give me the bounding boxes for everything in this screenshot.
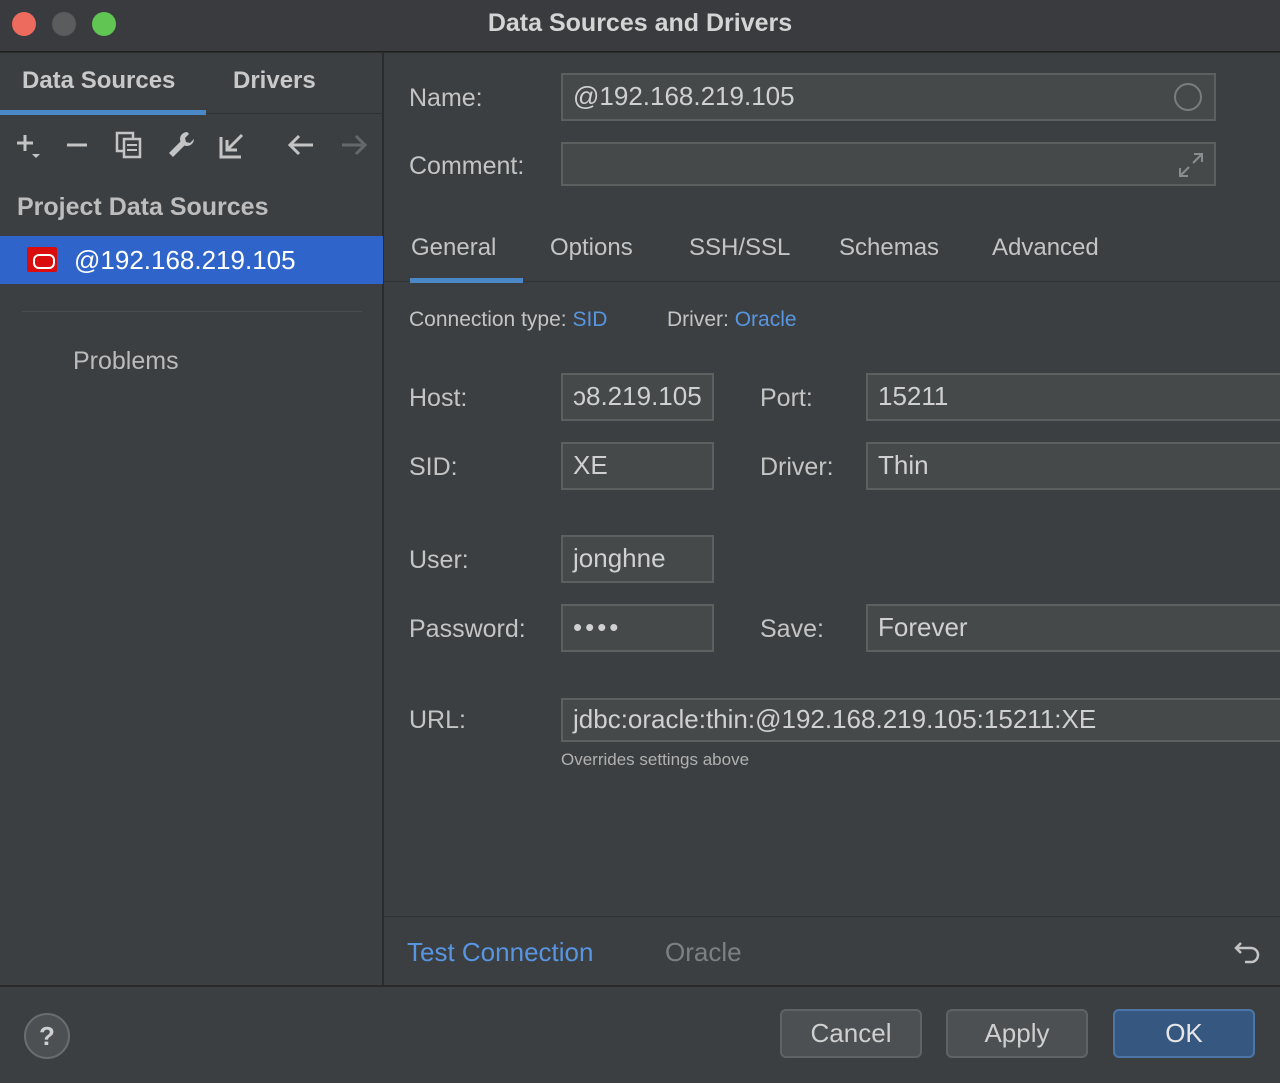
- tab-advanced[interactable]: Advanced: [992, 221, 1099, 282]
- cancel-button[interactable]: Cancel: [780, 1009, 922, 1058]
- left-panel: Data Sources Drivers Project Data Source…: [0, 53, 383, 985]
- test-connection-link[interactable]: Test Connection: [407, 937, 593, 968]
- save-label: Save:: [760, 615, 824, 643]
- user-label: User:: [409, 546, 469, 574]
- data-source-name: @192.168.219.105: [74, 245, 296, 275]
- oracle-icon: [27, 247, 57, 272]
- tab-ssh-ssl[interactable]: SSH/SSL: [689, 221, 790, 282]
- wrench-icon[interactable]: [165, 129, 197, 161]
- connection-type-label: Connection type:: [409, 308, 567, 331]
- name-field[interactable]: @192.168.219.105: [561, 73, 1216, 121]
- driver-footer-label: Oracle: [665, 937, 742, 967]
- password-field[interactable]: ••••: [561, 604, 714, 652]
- left-tabs: Data Sources Drivers: [0, 53, 383, 115]
- expand-icon[interactable]: [1176, 150, 1206, 180]
- section-title: Project Data Sources: [17, 193, 269, 221]
- url-label: URL:: [409, 706, 466, 734]
- comment-field[interactable]: [561, 142, 1216, 186]
- back-arrow-icon[interactable]: [285, 129, 317, 161]
- save-select[interactable]: Forever: [866, 604, 1280, 652]
- tab-data-sources[interactable]: Data Sources: [0, 53, 206, 115]
- settings-tabs: General Options SSH/SSL Schemas Advanced: [384, 221, 1280, 283]
- left-toolbar: [0, 115, 383, 175]
- connection-type-row: Connection type: SID: [409, 308, 607, 332]
- password-label: Password:: [409, 615, 526, 643]
- divider: [22, 311, 362, 312]
- remove-icon[interactable]: [61, 129, 93, 161]
- ok-button[interactable]: OK: [1113, 1009, 1255, 1058]
- connection-bar: Test Connection Oracle: [384, 916, 1280, 985]
- tab-drivers[interactable]: Drivers: [206, 53, 346, 114]
- sid-field[interactable]: XE: [561, 442, 714, 490]
- host-label: Host:: [409, 384, 468, 412]
- host-field[interactable]: ɔ8.219.105: [561, 373, 714, 421]
- connection-type-link[interactable]: SID: [572, 308, 607, 331]
- driver-info-label: Driver:: [667, 308, 729, 331]
- import-icon[interactable]: [216, 129, 248, 161]
- add-icon[interactable]: [12, 129, 44, 161]
- port-field[interactable]: 15211: [866, 373, 1280, 421]
- driver-info-row: Driver: Oracle: [667, 308, 797, 332]
- window-title: Data Sources and Drivers: [487, 9, 793, 37]
- driver-info-link[interactable]: Oracle: [735, 308, 797, 331]
- revert-icon[interactable]: [1232, 935, 1264, 967]
- duplicate-icon[interactable]: [113, 129, 145, 161]
- tab-options[interactable]: Options: [550, 221, 633, 282]
- name-label: Name:: [409, 84, 483, 112]
- forward-arrow-icon[interactable]: [338, 129, 370, 161]
- user-field[interactable]: jonghne: [561, 535, 714, 583]
- problems-item[interactable]: Problems: [73, 347, 179, 376]
- name-value: @192.168.219.105: [573, 81, 795, 111]
- help-button[interactable]: ?: [24, 1013, 70, 1059]
- right-panel: Name: @192.168.219.105 Comment: General …: [384, 53, 1280, 985]
- color-circle-icon[interactable]: [1174, 83, 1202, 111]
- port-label: Port:: [760, 384, 813, 412]
- title-bar: Data Sources and Drivers: [0, 0, 1280, 52]
- url-field[interactable]: jdbc:oracle:thin:@192.168.219.105:15211:…: [561, 698, 1280, 742]
- driver-label: Driver:: [760, 453, 834, 481]
- comment-label: Comment:: [409, 152, 525, 180]
- dialog-footer: ? Cancel Apply OK: [0, 986, 1280, 1083]
- tab-general[interactable]: General: [409, 221, 524, 283]
- tab-schemas[interactable]: Schemas: [839, 221, 939, 282]
- sid-label: SID:: [409, 453, 458, 481]
- driver-select[interactable]: Thin: [866, 442, 1280, 490]
- data-source-item[interactable]: @192.168.219.105: [0, 236, 383, 284]
- apply-button[interactable]: Apply: [946, 1009, 1088, 1058]
- url-hint: Overrides settings above: [561, 750, 750, 769]
